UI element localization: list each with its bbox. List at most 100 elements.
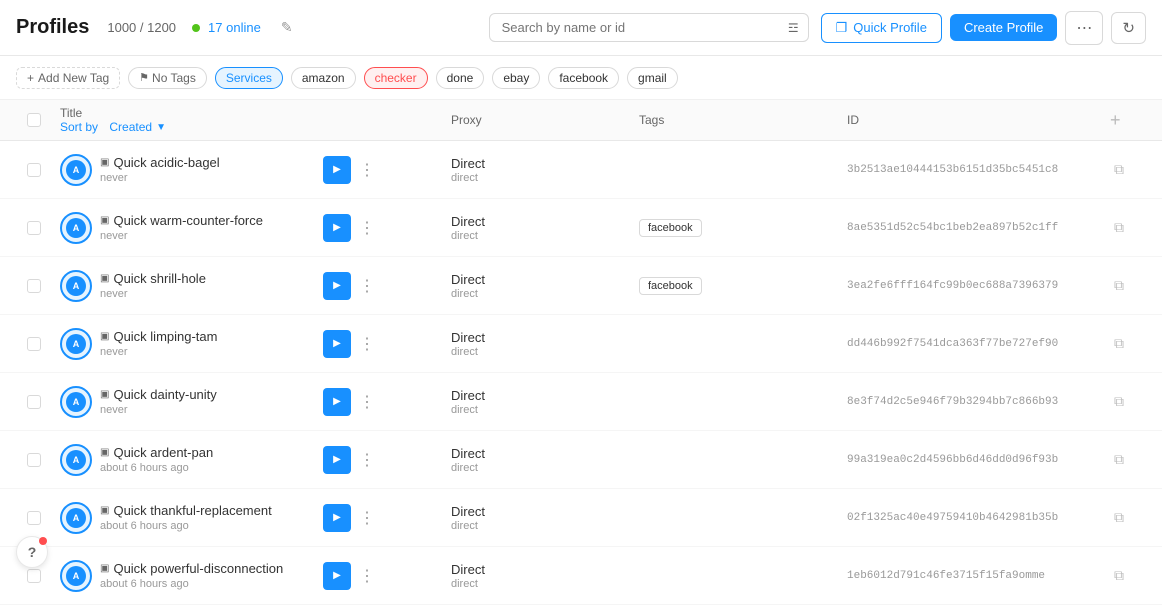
play-button[interactable]: ▶ [323,446,351,474]
row-checkbox-cell [16,395,52,409]
more-button[interactable]: ⋮ [355,504,379,532]
profile-name: ▣ Quick warm-counter-force [100,213,263,228]
row-checkbox[interactable] [27,337,41,351]
copy-id-button[interactable]: ⧉ [1110,505,1128,530]
row-checkbox[interactable] [27,163,41,177]
copy-id-button[interactable]: ⧉ [1110,273,1128,298]
row-checkbox[interactable] [27,453,41,467]
profile-name: ▣ Quick acidic-bagel [100,155,220,170]
more-button[interactable]: ⋮ [355,214,379,242]
help-button[interactable]: ? [16,536,48,568]
quick-profile-button[interactable]: ❐ Quick Profile [821,13,942,43]
windows-icon: ❐ [836,20,848,36]
row-checkbox[interactable] [27,221,41,235]
proxy-cell: Direct direct [451,562,631,590]
play-button[interactable]: ▶ [323,388,351,416]
more-button[interactable]: ⋮ [355,272,379,300]
row-checkbox[interactable] [27,279,41,293]
avatar-letter: A [73,339,80,349]
more-button[interactable]: ⋮ [355,330,379,358]
copy-id-button[interactable]: ⧉ [1110,331,1128,356]
profile-name: ▣ Quick ardent-pan [100,445,213,460]
more-button[interactable]: ⋮ [355,388,379,416]
tag-done[interactable]: done [436,67,485,89]
tags-bar: + Add New Tag ⚑ No Tags Services amazon … [0,56,1162,100]
row-tag[interactable]: facebook [639,277,702,295]
play-button[interactable]: ▶ [323,156,351,184]
filter-icon[interactable]: ☲ [788,21,799,35]
add-tag-button[interactable]: + Add New Tag [16,67,120,89]
copy-id-button[interactable]: ⧉ [1110,447,1128,472]
play-button[interactable]: ▶ [323,562,351,590]
more-button[interactable]: ⋮ [355,562,379,590]
online-status: 17 online [192,20,261,35]
os-icon: ▣ [100,389,109,400]
online-count: 17 online [208,20,261,35]
profile-time: never [100,288,206,300]
os-icon: ▣ [100,447,109,458]
tag-facebook[interactable]: facebook [548,67,619,89]
row-checkbox-cell [16,453,52,467]
header-actions: ❐ Quick Profile Create Profile ⋯ ↻ [821,11,1146,45]
copy-id-button[interactable]: ⧉ [1110,157,1128,182]
tag-checker[interactable]: checker [364,67,428,89]
copy-id-button[interactable]: ⧉ [1110,389,1128,414]
tag-gmail[interactable]: gmail [627,67,678,89]
profile-name: ▣ Quick thankful-replacement [100,503,272,518]
more-button[interactable]: ⋮ [355,446,379,474]
profile-info: ▣ Quick shrill-hole never [100,271,206,300]
tags-column-header: Tags [639,113,839,127]
row-checkbox[interactable] [27,511,41,525]
notification-dot [39,537,47,545]
page-title: Profiles [16,16,89,39]
play-button[interactable]: ▶ [323,330,351,358]
copy-cell: ⧉ [1110,505,1146,530]
play-button[interactable]: ▶ [323,504,351,532]
refresh-button[interactable]: ↻ [1111,12,1146,44]
profile-id: 3b2513ae10444153b6151d35bc5451c8 [847,164,1102,176]
play-button[interactable]: ▶ [323,214,351,242]
sort-created[interactable]: Sort by Created ▼ [60,120,315,134]
row-checkbox-cell [16,511,52,525]
proxy-type: Direct [451,272,631,287]
row-checkbox[interactable] [27,395,41,409]
profile-info: ▣ Quick warm-counter-force never [100,213,263,242]
avatar: A [60,328,92,360]
os-icon: ▣ [100,157,109,168]
play-button[interactable]: ▶ [323,272,351,300]
profile-name: ▣ Quick limping-tam [100,329,217,344]
profile-cell: A ▣ Quick acidic-bagel never [60,154,315,186]
action-buttons: ▶ ⋮ [323,272,443,300]
copy-id-button[interactable]: ⧉ [1110,563,1128,588]
row-checkbox-cell [16,337,52,351]
tag-amazon[interactable]: amazon [291,67,356,89]
action-buttons: ▶ ⋮ [323,330,443,358]
select-all-checkbox[interactable] [27,113,41,127]
proxy-cell: Direct direct [451,504,631,532]
profile-cell: A ▣ Quick ardent-pan about 6 hours ago [60,444,315,476]
row-tag[interactable]: facebook [639,219,702,237]
proxy-cell: Direct direct [451,446,631,474]
avatar-inner: A [66,218,86,238]
tag-ebay[interactable]: ebay [492,67,540,89]
table-body: A ▣ Quick acidic-bagel never ▶ ⋮ Direct … [0,141,1162,605]
tag-services[interactable]: Services [215,67,283,89]
edit-icon[interactable]: ✎ [281,19,293,36]
more-button[interactable]: ⋮ [355,156,379,184]
profile-time: never [100,230,263,242]
row-checkbox-cell [16,163,52,177]
row-checkbox[interactable] [27,569,41,583]
row-checkbox-cell [16,221,52,235]
tag-no-tags[interactable]: ⚑ No Tags [128,67,207,89]
os-icon: ▣ [100,505,109,516]
proxy-cell: Direct direct [451,272,631,300]
add-tag-label: Add New Tag [38,71,109,85]
add-column-button[interactable]: + [1110,110,1121,131]
profile-time: about 6 hours ago [100,520,272,532]
copy-id-button[interactable]: ⧉ [1110,215,1128,240]
search-input[interactable] [489,13,809,42]
more-options-button[interactable]: ⋯ [1065,11,1103,45]
create-profile-button[interactable]: Create Profile [950,14,1057,41]
avatar-inner: A [66,508,86,528]
tag-label: done [447,71,474,85]
